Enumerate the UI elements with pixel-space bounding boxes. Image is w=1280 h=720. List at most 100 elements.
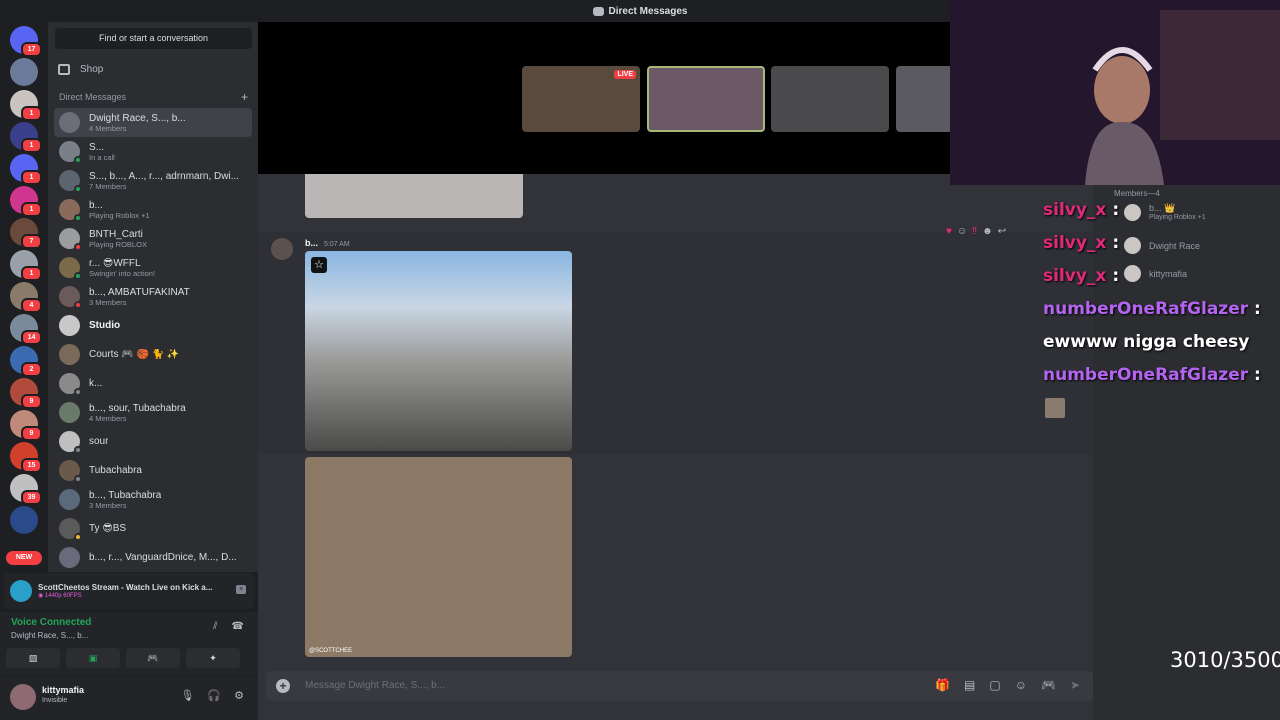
dm-sidebar: Find or start a conversation Shop Direct… (48, 22, 258, 572)
dm-item[interactable]: Courts 🎮 🏀 🐈 ✨ (54, 340, 252, 369)
sticker-icon[interactable]: ▢ (989, 678, 1000, 692)
server-icon[interactable]: 14 (10, 314, 42, 345)
apps-icon[interactable]: 🎮 (1041, 678, 1056, 692)
message-avatar[interactable] (271, 238, 293, 260)
hundred-reaction-icon[interactable]: ‼ (972, 226, 977, 237)
dm-item[interactable]: b..., AMBATUFAKINAT 3 Members (54, 282, 252, 311)
emoji-icon[interactable]: ☺ (1015, 678, 1027, 692)
gif-icon[interactable]: ▤ (964, 678, 975, 692)
participant-tile[interactable] (771, 66, 889, 132)
dm-item[interactable]: b..., r..., VanguardDnice, M..., D... (54, 543, 252, 572)
dm-item[interactable]: BNTH_Carti Playing ROBLOX (54, 224, 252, 253)
voice-channel[interactable]: Dwight Race, S..., b... (11, 631, 88, 640)
screen: Direct Messages 17 1 1 1 1 7 1 4 14 2 9 9 15 39 NEW F… (0, 0, 1280, 720)
server-icon[interactable]: 9 (10, 378, 42, 409)
overlay-message: numberOneRafGlazer : (1043, 293, 1261, 326)
shop-link[interactable]: Shop (58, 58, 252, 80)
message-input[interactable]: Message Dwight Race, S..., b... (305, 680, 445, 691)
image-attachment[interactable]: ☆ (305, 251, 572, 451)
server-icon[interactable]: 1 (10, 122, 42, 153)
image-attachment[interactable]: @SCOTTCHEE (305, 457, 572, 657)
dm-item[interactable]: Ty 😎BS (54, 514, 252, 543)
status-indicator (74, 533, 82, 541)
microphone-icon[interactable]: 🎙 (180, 689, 194, 702)
message-header: b... 5:07 AM (305, 238, 350, 248)
send-icon[interactable]: ➤ (1070, 678, 1080, 692)
server-icon[interactable]: 4 (10, 282, 42, 313)
stream-tile[interactable]: LIVE (522, 66, 640, 132)
dm-item[interactable]: Studio (54, 311, 252, 340)
dm-item[interactable]: b..., Tubachabra 3 Members (54, 485, 252, 514)
dm-text: Courts 🎮 🏀 🐈 ✨ (89, 349, 179, 360)
close-icon[interactable]: × (236, 585, 246, 594)
star-icon[interactable]: ☆ (311, 257, 327, 273)
server-icon[interactable] (10, 506, 38, 534)
create-dm-icon[interactable]: + (241, 90, 248, 104)
gear-icon[interactable]: ⚙ (234, 689, 244, 702)
dm-name: Ty 😎BS (89, 523, 127, 534)
disconnect-icon[interactable]: ☎ (232, 621, 244, 632)
dm-item[interactable]: b..., sour, Tubachabra 4 Members (54, 398, 252, 427)
stream-avatar (10, 580, 32, 602)
share-screen-button[interactable]: ▣ (66, 648, 120, 668)
new-unreads-pill[interactable]: NEW (6, 551, 42, 565)
server-icon[interactable] (10, 58, 38, 86)
user-status: Invisible (42, 697, 68, 704)
gift-icon[interactable]: 🎁 (935, 678, 950, 692)
dm-item[interactable]: r... 😎WFFL Swingin' into action! (54, 253, 252, 282)
dm-item[interactable]: b... Playing Roblox +1 (54, 195, 252, 224)
webcam-image (950, 0, 1280, 185)
stream-card[interactable]: ScottCheetos Stream - Watch Live on Kick… (4, 573, 254, 609)
server-icon[interactable]: 39 (10, 474, 42, 505)
activity-button[interactable]: 🎮 (126, 648, 180, 668)
server-icon[interactable]: 9 (10, 410, 42, 441)
dm-item[interactable]: S..., b..., A..., r..., adrnmarn, Dwi...… (54, 166, 252, 195)
message-author[interactable]: b... (305, 238, 318, 248)
message-composer[interactable]: + Message Dwight Race, S..., b... 🎁 ▤ ▢ … (266, 671, 1093, 701)
dm-text: Tubachabra (89, 465, 142, 476)
voice-status[interactable]: Voice Connected (11, 617, 91, 628)
server-icon[interactable]: 1 (10, 186, 42, 217)
soundboard-button[interactable]: ✦ (186, 648, 240, 668)
dm-list: Dwight Race, S..., b... 4 Members S... In a… (48, 108, 258, 572)
server-icon[interactable]: 1 (10, 90, 42, 121)
dm-item[interactable]: k... (54, 369, 252, 398)
emoji-reaction-icon[interactable]: ☺ (957, 226, 967, 237)
overlay-message: silvy_x : (1043, 260, 1261, 293)
camera-off-button[interactable]: ▨ (6, 648, 60, 668)
upload-icon[interactable]: + (276, 679, 290, 693)
heart-reaction-icon[interactable]: ♥ (946, 226, 952, 237)
dm-item[interactable]: S... In a call (54, 137, 252, 166)
find-conversation-button[interactable]: Find or start a conversation (55, 28, 252, 49)
noise-suppression-icon[interactable]: ⫽ (213, 621, 217, 632)
dm-name: Studio (89, 320, 121, 331)
server-icon[interactable]: 17 (10, 26, 42, 57)
unread-badge: 7 (21, 234, 42, 249)
add-reaction-icon[interactable]: ☻ (982, 226, 993, 237)
dm-avatar (59, 257, 82, 280)
previous-image-attachment[interactable] (305, 174, 523, 218)
webcam-overlay (950, 0, 1280, 185)
headphones-icon[interactable]: 🎧 (207, 689, 221, 702)
dm-name: Dwight Race, S..., b... (89, 112, 186, 124)
user-name[interactable]: kittymafia (42, 685, 84, 695)
user-avatar[interactable] (10, 684, 36, 710)
participant-tile[interactable] (896, 66, 958, 132)
unread-badge: 2 (21, 362, 42, 377)
dm-item[interactable]: Tubachabra (54, 456, 252, 485)
participant-tile[interactable] (647, 66, 765, 132)
status-indicator (74, 185, 82, 193)
dm-item[interactable]: Dwight Race, S..., b... 4 Members (54, 108, 252, 137)
server-icon[interactable]: 15 (10, 442, 42, 473)
server-icon[interactable]: 1 (10, 154, 42, 185)
overlay-colon: : (1112, 233, 1120, 253)
server-icon[interactable]: 2 (10, 346, 42, 377)
reply-icon[interactable]: ↩ (998, 226, 1006, 237)
server-icon[interactable]: 7 (10, 218, 42, 249)
status-indicator (74, 272, 82, 280)
live-badge: LIVE (614, 70, 636, 79)
unread-badge: 14 (21, 330, 42, 345)
server-icon[interactable]: 1 (10, 250, 42, 281)
dm-avatar (59, 547, 80, 568)
dm-item[interactable]: sour (54, 427, 252, 456)
